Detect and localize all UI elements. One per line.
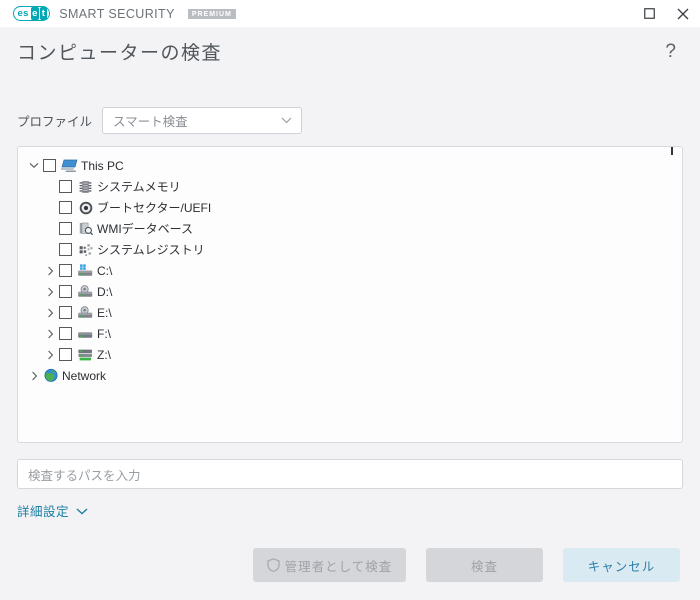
advanced-settings-label: 詳細設定 bbox=[17, 501, 69, 520]
tree-row-label: E:\ bbox=[97, 306, 112, 320]
tree-row-label: Z:\ bbox=[97, 348, 111, 362]
logo-segment-2: e bbox=[31, 7, 40, 20]
chevron-right-icon[interactable] bbox=[26, 371, 42, 381]
registry-icon bbox=[77, 242, 94, 258]
scan-button-label: 検査 bbox=[471, 556, 498, 575]
optical-drive-icon bbox=[77, 284, 94, 300]
maximize-button[interactable] bbox=[632, 0, 666, 27]
chevron-down-icon bbox=[281, 111, 292, 129]
profile-row: プロファイル スマート検査 bbox=[0, 103, 700, 137]
tree-row-label: C:\ bbox=[97, 264, 112, 278]
chevron-down-icon bbox=[76, 504, 88, 518]
tree-row-checkbox[interactable] bbox=[59, 201, 72, 214]
logo-segment-1: es bbox=[16, 7, 30, 20]
close-icon bbox=[677, 8, 689, 20]
wmi-database-icon bbox=[77, 221, 94, 237]
shield-icon bbox=[267, 558, 280, 572]
title-bar: eset SMART SECURITY PREMIUM bbox=[0, 0, 700, 27]
tree-row-label: Network bbox=[62, 369, 106, 383]
memory-icon bbox=[77, 179, 94, 195]
tree-row-checkbox[interactable] bbox=[59, 348, 72, 361]
cancel-button[interactable]: キャンセル bbox=[563, 548, 680, 582]
profile-select[interactable]: スマート検査 bbox=[102, 107, 302, 134]
scan-button[interactable]: 検査 bbox=[426, 548, 543, 582]
tree-row-label: WMIデータベース bbox=[97, 220, 193, 237]
tree-row[interactable]: F:\ bbox=[18, 323, 682, 344]
tree-row[interactable]: WMIデータベース bbox=[18, 218, 682, 239]
advanced-settings-row: 詳細設定 bbox=[0, 489, 700, 520]
hard-drive-icon bbox=[77, 326, 94, 342]
tree-row-label: D:\ bbox=[97, 285, 112, 299]
page-title: コンピューターの検査 bbox=[17, 38, 222, 65]
scan-path-input[interactable]: 検査するパスを入力 bbox=[17, 459, 683, 489]
cancel-button-label: キャンセル bbox=[588, 556, 656, 575]
optical-drive-icon bbox=[77, 305, 94, 321]
chevron-down-icon[interactable] bbox=[26, 162, 42, 169]
eset-logo-icon: eset bbox=[13, 6, 50, 21]
scan-as-admin-label: 管理者として検査 bbox=[285, 556, 393, 575]
tree-row-checkbox[interactable] bbox=[59, 327, 72, 340]
tree-row[interactable]: Z:\ bbox=[18, 344, 682, 365]
tree-row-label: システムメモリ bbox=[97, 178, 181, 195]
tree-row-checkbox[interactable] bbox=[59, 264, 72, 277]
maximize-icon bbox=[644, 8, 655, 19]
tree-row-checkbox[interactable] bbox=[59, 306, 72, 319]
scan-target-tree[interactable]: This PC システムメモリブートセクター/UEFI WMIデータベースシステムレ… bbox=[17, 146, 683, 443]
tree-row[interactable]: E:\ bbox=[18, 302, 682, 323]
network-drive-icon bbox=[77, 347, 94, 363]
chevron-right-icon[interactable] bbox=[42, 308, 58, 318]
help-icon[interactable]: ? bbox=[659, 39, 682, 65]
brand-area: eset SMART SECURITY PREMIUM bbox=[0, 6, 236, 21]
logo-segment-3: t bbox=[40, 7, 46, 20]
chevron-right-icon[interactable] bbox=[42, 350, 58, 360]
tree-row-checkbox[interactable] bbox=[43, 159, 56, 172]
tree-row[interactable]: Network bbox=[18, 365, 682, 386]
chevron-right-icon[interactable] bbox=[42, 287, 58, 297]
tree-row-checkbox[interactable] bbox=[59, 180, 72, 193]
suite-name: SMART SECURITY bbox=[59, 7, 175, 21]
edition-badge: PREMIUM bbox=[188, 9, 236, 19]
tree-row-checkbox[interactable] bbox=[59, 285, 72, 298]
chevron-right-icon[interactable] bbox=[42, 329, 58, 339]
window-controls bbox=[632, 0, 700, 27]
profile-selected-value: スマート検査 bbox=[113, 111, 188, 130]
tree-row-label: This PC bbox=[81, 159, 124, 173]
tree-row[interactable]: システムメモリ bbox=[18, 176, 682, 197]
tree-row[interactable]: C:\ bbox=[18, 260, 682, 281]
scrollbar-thumb[interactable] bbox=[671, 147, 673, 155]
dialog-button-row: 管理者として検査 検査 キャンセル bbox=[0, 548, 700, 582]
chevron-right-icon[interactable] bbox=[42, 266, 58, 276]
tree-row-checkbox[interactable] bbox=[59, 222, 72, 235]
page-header: コンピューターの検査 ? bbox=[0, 27, 700, 76]
network-globe-icon bbox=[42, 368, 59, 384]
tree-row-label: システムレジストリ bbox=[97, 241, 205, 258]
close-button[interactable] bbox=[666, 0, 700, 27]
tree-row[interactable]: システムレジストリ bbox=[18, 239, 682, 260]
advanced-settings-link[interactable]: 詳細設定 bbox=[17, 501, 88, 520]
scan-as-admin-button[interactable]: 管理者として検査 bbox=[253, 548, 406, 582]
tree-row-label: ブートセクター/UEFI bbox=[97, 199, 211, 216]
profile-label: プロファイル bbox=[17, 111, 92, 130]
tree-row-checkbox[interactable] bbox=[59, 243, 72, 256]
scan-path-placeholder: 検査するパスを入力 bbox=[28, 465, 141, 484]
tree-row[interactable]: ブートセクター/UEFI bbox=[18, 197, 682, 218]
this-pc-icon bbox=[61, 158, 78, 174]
windows-drive-icon bbox=[77, 263, 94, 279]
boot-sector-icon bbox=[77, 200, 94, 216]
tree-row[interactable]: D:\ bbox=[18, 281, 682, 302]
tree-row-label: F:\ bbox=[97, 327, 111, 341]
tree-row[interactable]: This PC bbox=[18, 155, 682, 176]
